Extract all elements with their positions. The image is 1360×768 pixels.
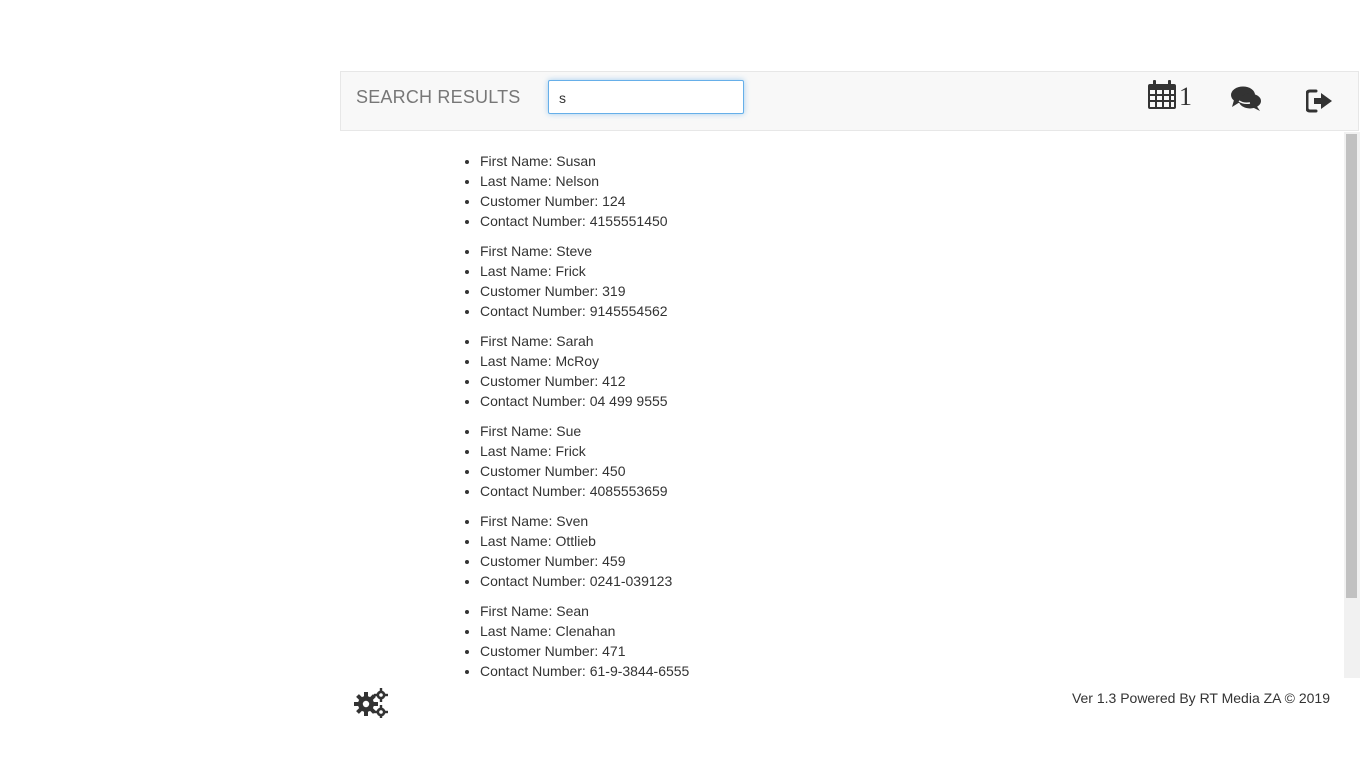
result-item: First Name: Steve Last Name: Frick Custo… — [340, 241, 689, 321]
last-name: Last Name: Frick — [480, 441, 689, 461]
customer-number: Customer Number: 412 — [480, 371, 689, 391]
calendar-icon — [1147, 79, 1177, 115]
logout-icon — [1305, 89, 1334, 117]
first-name: First Name: Sarah — [480, 331, 689, 351]
first-name: First Name: Sue — [480, 421, 689, 441]
contact-number: Contact Number: 61-9-3844-6555 — [480, 661, 689, 678]
first-name: First Name: Sven — [480, 511, 689, 531]
last-name: Last Name: Clenahan — [480, 621, 689, 641]
customer-number: Customer Number: 459 — [480, 551, 689, 571]
customer-number: Customer Number: 124 — [480, 191, 689, 211]
result-item: First Name: Sean Last Name: Clenahan Cus… — [340, 601, 689, 678]
chat-button[interactable] — [1230, 85, 1262, 118]
search-input[interactable] — [548, 80, 744, 114]
first-name: First Name: Susan — [480, 151, 689, 171]
logout-button[interactable] — [1305, 89, 1334, 118]
last-name: Last Name: Nelson — [480, 171, 689, 191]
first-name: First Name: Steve — [480, 241, 689, 261]
contact-number: Contact Number: 0241-039123 — [480, 571, 689, 591]
result-item: First Name: Sue Last Name: Frick Custome… — [340, 421, 689, 501]
contact-number: Contact Number: 4085553659 — [480, 481, 689, 501]
settings-button[interactable] — [354, 688, 388, 723]
chat-icon — [1230, 86, 1262, 117]
calendar-button[interactable]: 1 — [1147, 79, 1192, 115]
page-title: SEARCH RESULTS — [356, 87, 521, 107]
search-results-panel: First Name: Susan Last Name: Nelson Cust… — [340, 132, 1344, 678]
contact-number: Contact Number: 04 499 9555 — [480, 391, 689, 411]
scrollbar-thumb[interactable] — [1346, 134, 1357, 598]
first-name: First Name: Sean — [480, 601, 689, 621]
contact-number: Contact Number: 4155551450 — [480, 211, 689, 231]
footer-version: Ver 1.3 Powered By RT Media ZA © 2019 — [1071, 690, 1330, 706]
customer-number: Customer Number: 471 — [480, 641, 689, 661]
contact-number: Contact Number: 9145554562 — [480, 301, 689, 321]
result-item: First Name: Sarah Last Name: McRoy Custo… — [340, 331, 689, 411]
result-item: First Name: Susan Last Name: Nelson Cust… — [340, 151, 689, 231]
last-name: Last Name: McRoy — [480, 351, 689, 371]
result-item: First Name: Sven Last Name: Ottlieb Cust… — [340, 511, 689, 591]
customer-number: Customer Number: 319 — [480, 281, 689, 301]
last-name: Last Name: Frick — [480, 261, 689, 281]
customer-number: Customer Number: 450 — [480, 461, 689, 481]
top-navbar: SEARCH RESULTS 1 — [340, 71, 1359, 131]
gears-icon — [354, 688, 388, 722]
last-name: Last Name: Ottlieb — [480, 531, 689, 551]
calendar-count-badge: 1 — [1179, 82, 1192, 111]
